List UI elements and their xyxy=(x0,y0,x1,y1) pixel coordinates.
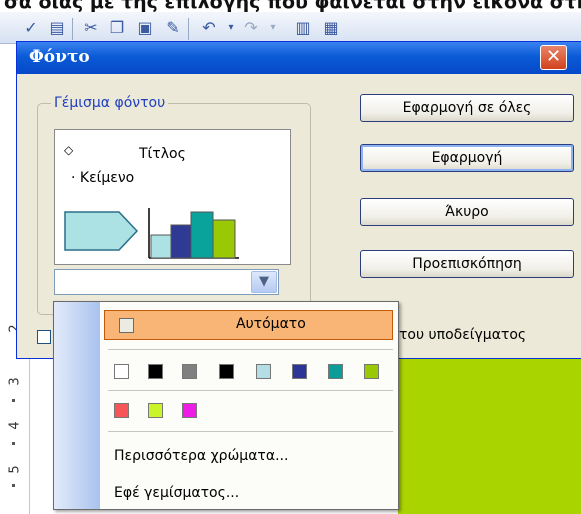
toolbar-separator xyxy=(188,18,189,40)
preview-body-text: Κείμενο xyxy=(79,170,135,186)
preview-button[interactable]: Προεπισκόπηση xyxy=(360,250,574,278)
close-button[interactable]: ✕ xyxy=(540,45,567,70)
apply-button[interactable]: Εφαρμογή xyxy=(360,144,574,172)
color-swatch-black-2[interactable] xyxy=(219,364,234,379)
ruler-number: 4 xyxy=(7,421,23,430)
menu-separator xyxy=(108,390,393,391)
standard-toolbar: ✓ ▤ ✂ ❐ ▣ ✎ ↶ ▾ ↷ ▾ ▥ ▦ xyxy=(0,12,581,44)
fill-color-combo[interactable]: ▼ xyxy=(54,269,279,295)
menu-separator xyxy=(108,431,393,432)
cancel-button[interactable]: Άκυρο xyxy=(360,198,574,226)
cut-icon[interactable]: ✂ xyxy=(80,17,102,39)
menu-gutter xyxy=(54,302,100,509)
redo-icon[interactable]: ↷ xyxy=(240,17,262,39)
spell-check-icon[interactable]: ✓ xyxy=(20,17,42,39)
automatic-color-label: Αυτόματο xyxy=(236,316,306,332)
color-swatch-red[interactable] xyxy=(114,403,129,418)
table-icon[interactable]: ▦ xyxy=(320,17,342,39)
color-swatch-lime[interactable] xyxy=(148,403,163,418)
research-icon[interactable]: ▤ xyxy=(46,17,68,39)
dropdown-button[interactable]: ▼ xyxy=(251,271,277,293)
color-swatch-green[interactable] xyxy=(364,364,379,379)
background-fill-label: Γέμισμα φόντου xyxy=(51,95,169,111)
color-swatch-light-blue[interactable] xyxy=(256,364,271,379)
chart-bar xyxy=(150,234,172,259)
color-swatch-black[interactable] xyxy=(148,364,163,379)
ruler-mark xyxy=(12,399,15,402)
preview-pane: ◇ Τίτλος · Κείμενο xyxy=(54,129,291,265)
color-swatch-teal[interactable] xyxy=(328,364,343,379)
redo-dropdown-icon[interactable]: ▾ xyxy=(262,17,284,39)
color-swatch-navy[interactable] xyxy=(292,364,307,379)
dialog-titlebar[interactable]: Φόντο ✕ xyxy=(17,42,581,74)
diamond-bullet-icon: ◇ xyxy=(64,143,74,157)
paste-icon[interactable]: ▣ xyxy=(134,17,156,39)
chart-bar xyxy=(190,211,214,259)
chevron-down-icon: ▼ xyxy=(259,274,269,289)
dialog-title: Φόντο xyxy=(29,47,90,67)
ruler-number: 5 xyxy=(7,465,23,474)
automatic-color-swatch xyxy=(119,318,134,333)
undo-dropdown-icon[interactable]: ▾ xyxy=(220,17,242,39)
omit-master-graphics-checkbox[interactable] xyxy=(37,330,51,344)
fill-effects-item[interactable]: Εφέ γεμίσματος... xyxy=(114,485,239,501)
menu-separator xyxy=(108,349,393,350)
ruler-mark xyxy=(12,442,15,445)
undo-icon[interactable]: ↶ xyxy=(198,17,220,39)
toolbar-separator xyxy=(72,18,73,40)
copy-icon[interactable]: ❐ xyxy=(106,17,128,39)
slide-background xyxy=(398,357,581,514)
omit-master-graphics-label: του υποδείγματος xyxy=(399,327,527,343)
ruler-number: 3 xyxy=(7,377,23,386)
arrow-shape xyxy=(64,211,139,251)
color-swatch-magenta[interactable] xyxy=(182,403,197,418)
color-swatch-gray[interactable] xyxy=(182,364,197,379)
chart-bar xyxy=(212,219,236,259)
automatic-color-item[interactable]: Αυτόματο xyxy=(104,310,393,340)
chart-bar xyxy=(170,224,192,259)
apply-to-all-button[interactable]: Εφαρμογή σε όλες xyxy=(360,94,574,122)
preview-graphic xyxy=(64,208,239,259)
format-painter-icon[interactable]: ✎ xyxy=(162,17,184,39)
ruler-mark xyxy=(12,484,15,487)
color-swatch-white[interactable] xyxy=(114,364,129,379)
close-icon: ✕ xyxy=(545,46,562,67)
color-dropdown-menu: Αυτόματο Περισσότερα χρώματα... Εφέ γεμί… xyxy=(53,301,399,510)
more-colors-item[interactable]: Περισσότερα χρώματα... xyxy=(114,448,288,464)
preview-title: Τίτλος xyxy=(139,146,186,162)
preview-body: · Κείμενο xyxy=(71,170,135,186)
chart-icon[interactable]: ▥ xyxy=(292,17,314,39)
